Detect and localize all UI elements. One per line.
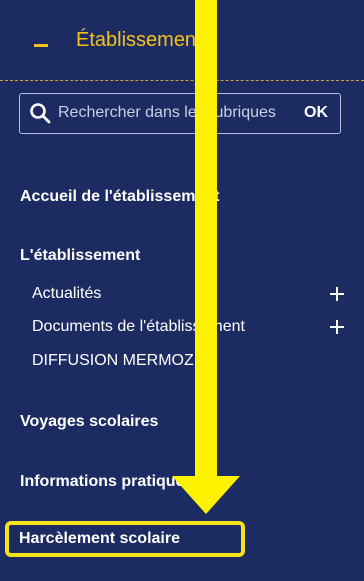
search-icon (30, 103, 51, 124)
nav-item-accueil[interactable]: Accueil de l'établissement (20, 188, 219, 206)
nav-item-voyages[interactable]: Voyages scolaires (20, 413, 158, 431)
navigation-panel: Établissement OK Accueil de l'établissem… (0, 0, 364, 581)
highlight-box (5, 521, 245, 557)
search-submit-button[interactable]: OK (304, 104, 328, 122)
search-input[interactable] (58, 102, 288, 124)
search-box: OK (19, 93, 341, 134)
section-title[interactable]: Établissement (76, 29, 202, 52)
nav-subitem-actualites[interactable]: Actualités (32, 285, 101, 303)
section-header[interactable]: Établissement (0, 0, 364, 81)
nav-subitem-documents[interactable]: Documents de l'établissement (32, 318, 245, 336)
nav-item-etablissement[interactable]: L'établissement (20, 247, 140, 265)
expand-plus-icon[interactable] (330, 320, 344, 334)
nav-subitem-diffusion[interactable]: DIFFUSION MERMOZ (32, 352, 194, 370)
expand-plus-icon[interactable] (330, 287, 344, 301)
nav-item-informations[interactable]: Informations pratiques (20, 473, 193, 491)
minus-icon[interactable] (34, 44, 48, 47)
